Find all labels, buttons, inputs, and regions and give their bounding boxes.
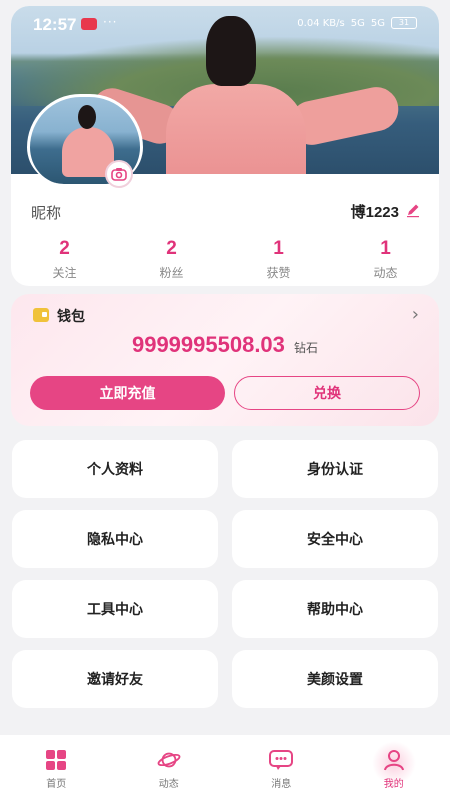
- stat-value: 1: [380, 238, 391, 259]
- stat-value: 2: [166, 238, 177, 259]
- menu-tool-center[interactable]: 工具中心: [12, 580, 218, 638]
- chat-icon: [269, 749, 294, 771]
- stats-row: 2 关注 2 粉丝 1 获赞 1 动态: [11, 238, 439, 286]
- status-bar: 12:57 ··· 0.04 KB/s 5G 5G 31: [11, 6, 439, 42]
- wallet-title: 钱包: [57, 309, 85, 325]
- nickname-value[interactable]: 博1223: [351, 201, 399, 222]
- stat-likes[interactable]: 1 获赞: [225, 238, 332, 286]
- signal-b: 5G: [370, 17, 385, 29]
- nav-label: 首页: [46, 779, 67, 790]
- stat-label: 动态: [373, 266, 398, 280]
- stat-value: 1: [273, 238, 284, 259]
- wallet-icon: [33, 308, 49, 322]
- menu-privacy-center[interactable]: 隐私中心: [12, 510, 218, 568]
- user-icon: [382, 749, 406, 771]
- wallet-card[interactable]: 钱包 › 9999995508.03 钻石 立即充值 兑换: [11, 294, 439, 426]
- notification-app-icon: [81, 18, 97, 30]
- nav-home[interactable]: 首页: [0, 735, 113, 800]
- recharge-button[interactable]: 立即充值: [30, 376, 225, 410]
- stat-label: 获赞: [266, 266, 291, 280]
- net-speed: 0.04 KB/s: [297, 17, 345, 29]
- signal-a: 5G: [350, 17, 365, 29]
- menu-security-center[interactable]: 安全中心: [232, 510, 438, 568]
- camera-icon[interactable]: [105, 160, 133, 188]
- stat-label: 关注: [52, 266, 77, 280]
- menu-invite-friends[interactable]: 邀请好友: [12, 650, 218, 708]
- grid-icon: [44, 749, 68, 771]
- chevron-right-icon[interactable]: ›: [412, 304, 419, 325]
- balance-amount: 9999995508.03: [131, 332, 285, 357]
- nav-moments[interactable]: 动态: [113, 735, 226, 800]
- exchange-button[interactable]: 兑换: [234, 376, 420, 410]
- menu-beauty-settings[interactable]: 美颜设置: [232, 650, 438, 708]
- profile-card: 12:57 ··· 0.04 KB/s 5G 5G 31 昵称 博1223 2 …: [11, 6, 439, 286]
- balance-unit: 钻石: [294, 341, 319, 355]
- status-dots: ···: [103, 15, 118, 29]
- nav-label: 消息: [271, 779, 292, 790]
- nav-me[interactable]: 我的: [338, 735, 450, 800]
- status-time: 12:57: [33, 15, 77, 34]
- bottom-nav: 首页 动态 消息 我的: [0, 735, 450, 800]
- stat-posts[interactable]: 1 动态: [332, 238, 439, 286]
- nav-label: 我的: [383, 779, 404, 790]
- balance: 9999995508.03 钻石: [11, 332, 439, 358]
- nav-label: 动态: [158, 779, 179, 790]
- stat-fans[interactable]: 2 粉丝: [118, 238, 225, 286]
- battery-icon: 31: [391, 17, 417, 29]
- menu-identity-verification[interactable]: 身份认证: [232, 440, 438, 498]
- nickname-label: 昵称: [31, 204, 62, 222]
- planet-icon: [157, 749, 181, 771]
- pencil-icon[interactable]: [405, 202, 421, 218]
- stat-label: 粉丝: [159, 266, 184, 280]
- menu-help-center[interactable]: 帮助中心: [232, 580, 438, 638]
- menu-profile-info[interactable]: 个人资料: [12, 440, 218, 498]
- stat-value: 2: [59, 238, 70, 259]
- nav-messages[interactable]: 消息: [225, 735, 338, 800]
- stat-following[interactable]: 2 关注: [11, 238, 118, 286]
